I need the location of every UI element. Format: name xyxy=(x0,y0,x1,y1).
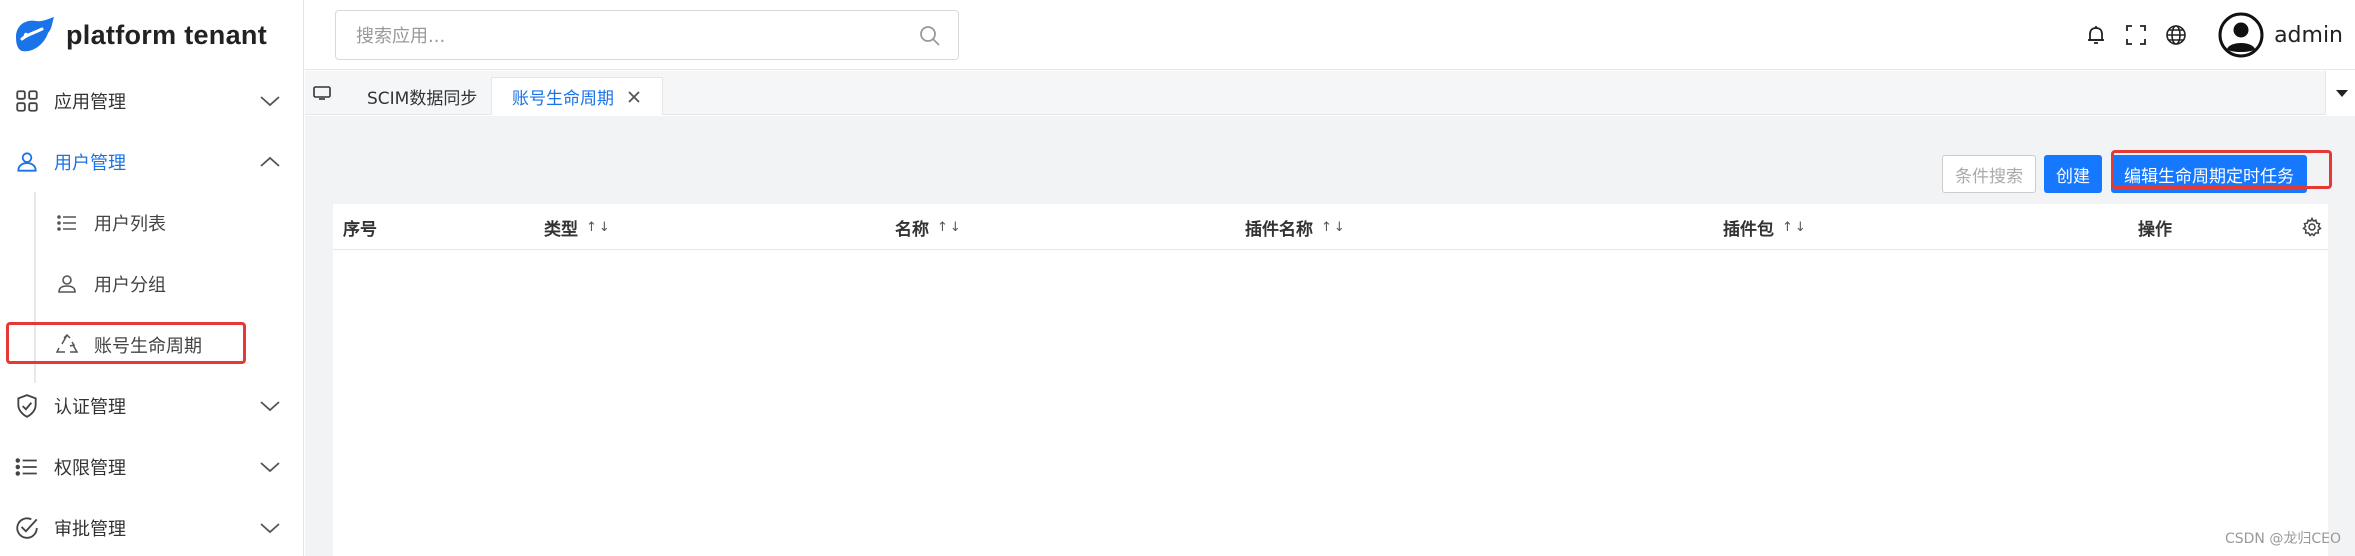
sidebar-item-permission-management[interactable]: 权限管理 xyxy=(0,436,303,497)
data-table: 序号 类型 ↑↓ 名称 ↑↓ 插件名称 ↑↓ 插件包 ↑↓ 操作 xyxy=(333,204,2328,556)
sidebar-item-label: 应用管理 xyxy=(54,91,126,113)
column-header-plugin-name[interactable]: 插件名称 ↑↓ xyxy=(1245,204,1347,250)
bell-icon[interactable] xyxy=(2084,23,2108,47)
sidebar-item-label: 用户列表 xyxy=(94,213,166,235)
monitor-icon xyxy=(313,86,331,100)
sidebar-menu: 应用管理 用户管理 用户列表 用户分组 账号生命周期 认证管理 权限管理 审批管… xyxy=(0,70,303,556)
tab-dropdown-button[interactable] xyxy=(2325,71,2355,115)
list-icon xyxy=(15,457,37,476)
check-circle-icon xyxy=(16,516,38,539)
sidebar: platform tenant 应用管理 用户管理 用户列表 用户分组 账号生命… xyxy=(0,0,304,556)
avatar[interactable] xyxy=(2218,12,2264,58)
column-header-actions: 操作 xyxy=(2138,219,2172,240)
sidebar-item-user-management[interactable]: 用户管理 xyxy=(0,131,303,192)
table-header: 序号 类型 ↑↓ 名称 ↑↓ 插件名称 ↑↓ 插件包 ↑↓ 操作 xyxy=(333,204,2328,250)
main-content: 条件搜索 创建 编辑生命周期定时任务 序号 类型 ↑↓ 名称 ↑↓ 插件名称 ↑… xyxy=(305,116,2355,556)
sidebar-item-approval-management[interactable]: 审批管理 xyxy=(0,497,303,556)
watermark: CSDN @龙归CEO xyxy=(2224,531,2341,547)
sidebar-item-user-group[interactable]: 用户分组 xyxy=(0,253,303,314)
sort-icon[interactable]: ↑↓ xyxy=(937,220,963,235)
sidebar-item-label: 审批管理 xyxy=(54,518,126,540)
sidebar-item-user-list[interactable]: 用户列表 xyxy=(0,192,303,253)
condition-search-button[interactable]: 条件搜索 xyxy=(1942,155,2036,193)
logo[interactable]: platform tenant xyxy=(0,0,303,70)
sidebar-item-label: 认证管理 xyxy=(54,396,126,418)
list-icon xyxy=(57,214,76,231)
column-header-type[interactable]: 类型 ↑↓ xyxy=(544,204,612,250)
sort-icon[interactable]: ↑↓ xyxy=(1782,220,1808,235)
column-header-name[interactable]: 名称 ↑↓ xyxy=(895,204,963,250)
shield-check-icon xyxy=(17,393,37,418)
user-name[interactable]: admin xyxy=(2274,23,2343,48)
chevron-down-icon xyxy=(260,401,280,412)
fullscreen-icon[interactable] xyxy=(2124,23,2148,47)
highlight-annotation xyxy=(6,322,246,364)
sidebar-item-auth-management[interactable]: 认证管理 xyxy=(0,375,303,436)
chevron-down-icon xyxy=(260,523,280,534)
sidebar-item-label: 用户分组 xyxy=(94,274,166,296)
user-icon xyxy=(17,151,37,172)
column-header-index: 序号 xyxy=(343,219,377,240)
tab-label: 账号生命周期 xyxy=(512,89,614,109)
create-button[interactable]: 创建 xyxy=(2044,155,2102,193)
highlight-annotation xyxy=(2111,150,2332,189)
sort-icon[interactable]: ↑↓ xyxy=(586,220,612,235)
search-placeholder: 搜索应用... xyxy=(356,26,446,47)
globe-icon[interactable] xyxy=(2164,23,2188,47)
user-icon xyxy=(58,274,76,293)
column-header-plugin-package[interactable]: 插件包 ↑↓ xyxy=(1723,204,1808,250)
close-icon[interactable] xyxy=(626,89,642,105)
bird-logo-icon xyxy=(16,17,54,52)
brand-name: platform tenant xyxy=(66,19,268,50)
tab-scim-sync[interactable]: SCIM数据同步 xyxy=(347,77,497,115)
tab-bar: SCIM数据同步 账号生命周期 xyxy=(305,71,2355,115)
sidebar-item-app-management[interactable]: 应用管理 xyxy=(0,70,303,131)
chevron-up-icon xyxy=(260,156,280,167)
tab-account-lifecycle[interactable]: 账号生命周期 xyxy=(491,77,663,115)
header-actions: admin xyxy=(2084,0,2355,70)
grid-icon xyxy=(16,89,38,112)
chevron-down-icon xyxy=(260,462,280,473)
search-icon[interactable] xyxy=(918,24,942,48)
gear-icon[interactable] xyxy=(2302,217,2322,237)
top-header: 搜索应用... admin xyxy=(305,0,2355,70)
sidebar-item-label: 用户管理 xyxy=(54,152,126,174)
chevron-down-icon xyxy=(260,96,280,107)
tab-label: SCIM数据同步 xyxy=(367,88,478,109)
sort-icon[interactable]: ↑↓ xyxy=(1321,220,1347,235)
search-input[interactable]: 搜索应用... xyxy=(335,10,959,60)
sidebar-item-label: 权限管理 xyxy=(54,457,126,479)
